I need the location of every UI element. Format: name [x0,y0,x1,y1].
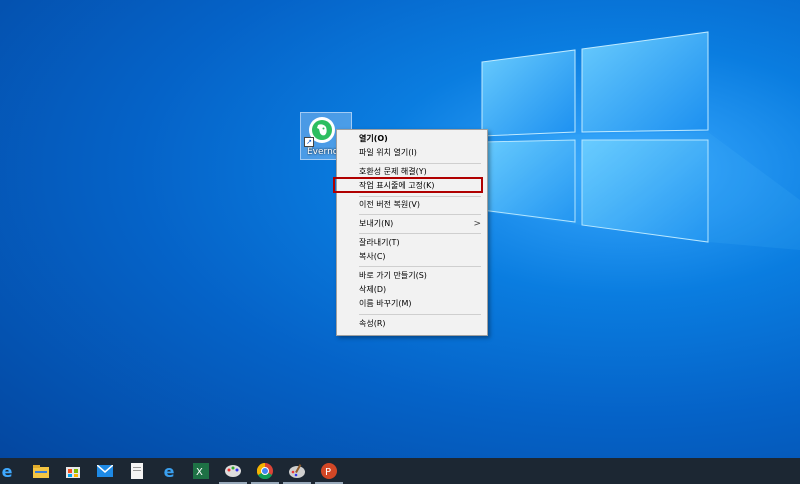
menu-item-create-shortcut[interactable]: 바로 가기 만들기(S) [359,270,427,282]
menu-separator [359,163,481,164]
highlight-box [333,177,483,193]
desktop: ↗ Evernote 열기(O) 파일 위치 열기(I) 호환성 문제 해결(Y… [0,0,800,458]
excel-icon[interactable]: X [192,462,210,480]
paint-icon[interactable] [224,462,242,480]
store-icon[interactable] [64,462,82,480]
file-explorer-icon[interactable] [32,462,50,480]
menu-item-open-file-location[interactable]: 파일 위치 열기(I) [359,147,417,159]
shortcut-arrow-icon: ↗ [304,137,314,147]
svg-text:X: X [196,467,203,478]
menu-separator [359,266,481,267]
menu-item-cut[interactable]: 잘라내기(T) [359,237,400,249]
mail-icon[interactable] [96,462,114,480]
menu-separator [359,314,481,315]
powerpoint-icon[interactable]: P [320,462,338,480]
menu-separator [359,233,481,234]
menu-item-delete[interactable]: 삭제(D) [359,284,386,296]
internet-explorer-icon[interactable]: e [160,462,178,481]
menu-item-properties[interactable]: 속성(R) [359,318,386,330]
taskbar: e e X P [0,458,800,484]
svg-text:P: P [325,467,331,478]
menu-item-restore-previous-versions[interactable]: 이전 버전 복원(V) [359,199,420,211]
chevron-right-icon: > [473,219,481,229]
context-menu: 열기(O) 파일 위치 열기(I) 호환성 문제 해결(Y) 작업 표시줄에 고… [333,129,488,336]
notepad-icon[interactable] [128,462,146,480]
menu-item-rename[interactable]: 이름 바꾸기(M) [359,298,412,310]
menu-item-send-to[interactable]: 보내기(N) [359,218,393,230]
paint-brush-icon[interactable] [288,462,306,480]
menu-separator [359,214,481,215]
chrome-icon[interactable] [256,462,274,480]
windows-logo [470,31,800,250]
menu-item-copy[interactable]: 복사(C) [359,251,386,263]
menu-separator [359,196,481,197]
edge-icon[interactable]: e [0,462,14,481]
menu-item-open[interactable]: 열기(O) [359,133,388,145]
